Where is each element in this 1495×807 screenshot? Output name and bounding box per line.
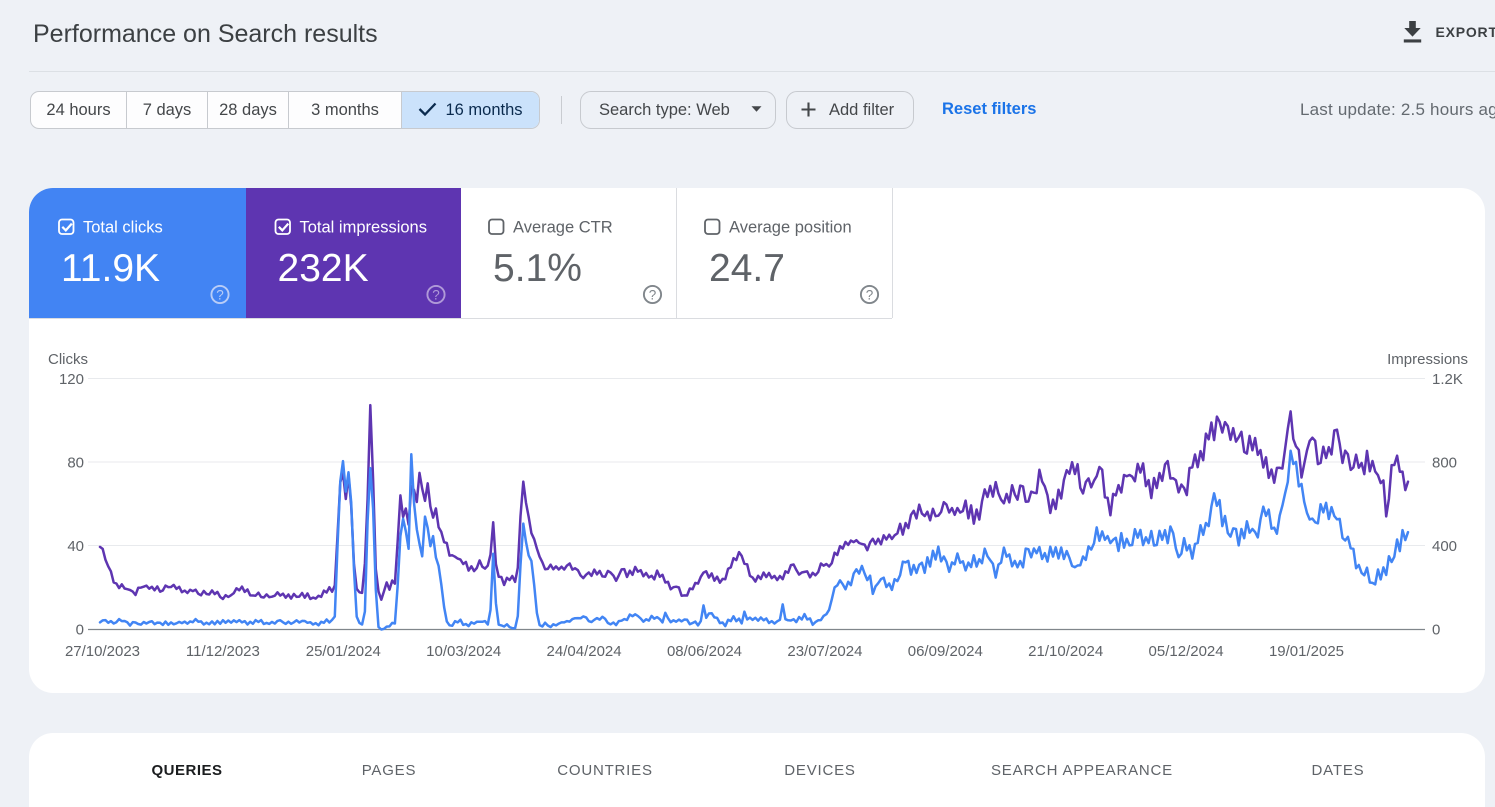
svg-text:Average CTR: Average CTR <box>513 219 613 237</box>
svg-text:24.7: 24.7 <box>709 247 785 290</box>
svg-text:21/10/2024: 21/10/2024 <box>1028 643 1103 660</box>
svg-text:Total impressions: Total impressions <box>300 219 427 237</box>
svg-text:25/01/2024: 25/01/2024 <box>306 643 381 660</box>
svg-text:Clicks: Clicks <box>48 351 88 368</box>
svg-text:?: ? <box>216 288 224 303</box>
svg-text:11.9K: 11.9K <box>61 247 160 290</box>
svg-text:0: 0 <box>76 622 84 639</box>
svg-text:10/03/2024: 10/03/2024 <box>426 643 501 660</box>
svg-text:800: 800 <box>1432 455 1457 472</box>
svg-text:?: ? <box>649 288 657 303</box>
svg-text:80: 80 <box>67 455 84 472</box>
svg-text:Impressions: Impressions <box>1387 351 1468 368</box>
svg-text:?: ? <box>866 288 874 303</box>
svg-text:1.2K: 1.2K <box>1432 371 1463 388</box>
svg-text:Total clicks: Total clicks <box>83 219 163 237</box>
svg-text:5.1%: 5.1% <box>493 247 582 290</box>
svg-text:27/10/2023: 27/10/2023 <box>65 643 140 660</box>
svg-text:24/04/2024: 24/04/2024 <box>547 643 622 660</box>
svg-text:40: 40 <box>67 538 84 555</box>
svg-text:06/09/2024: 06/09/2024 <box>908 643 983 660</box>
svg-text:232K: 232K <box>278 247 369 290</box>
svg-text:19/01/2025: 19/01/2025 <box>1269 643 1344 660</box>
svg-text:?: ? <box>432 288 440 303</box>
svg-text:05/12/2024: 05/12/2024 <box>1149 643 1224 660</box>
svg-text:11/12/2023: 11/12/2023 <box>186 643 260 660</box>
svg-text:0: 0 <box>1432 622 1440 639</box>
svg-text:400: 400 <box>1432 538 1457 555</box>
svg-text:120: 120 <box>59 371 84 388</box>
svg-text:08/06/2024: 08/06/2024 <box>667 643 742 660</box>
svg-text:Average position: Average position <box>729 219 852 237</box>
svg-text:23/07/2024: 23/07/2024 <box>787 643 862 660</box>
